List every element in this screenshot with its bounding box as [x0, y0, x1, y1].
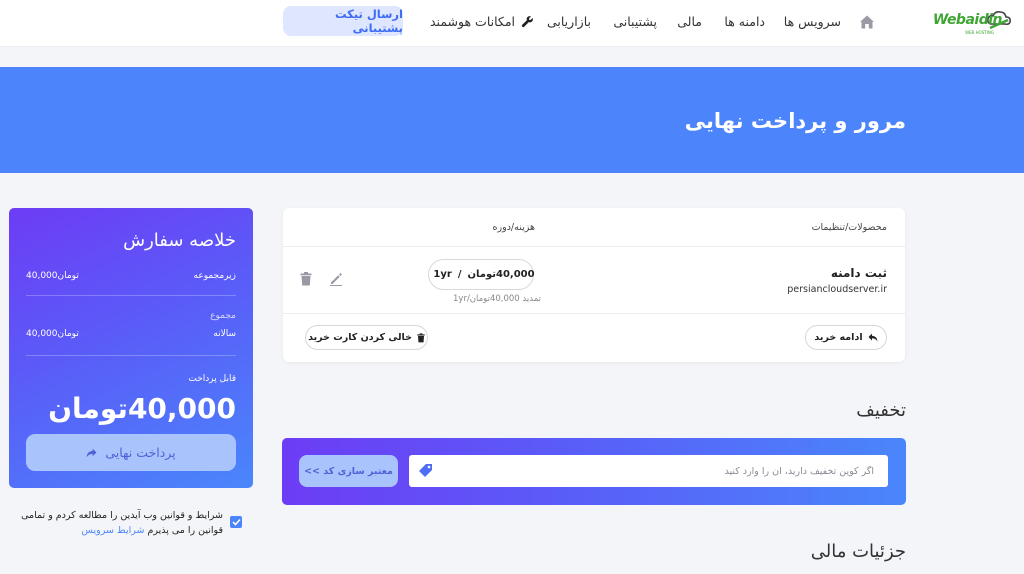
- totals-label: مجموع: [210, 311, 236, 321]
- final-payment-label: پرداخت نهایی: [105, 445, 176, 460]
- price-value: 40,000تومان: [467, 269, 535, 280]
- payable-total: 40,000تومان: [48, 392, 236, 425]
- promo-code-input[interactable]: [409, 455, 888, 487]
- annual-value: 40,000تومان: [26, 329, 79, 339]
- billing-cycle-select[interactable]: 40,000تومان / 1yr: [428, 259, 535, 290]
- tag-icon: [419, 464, 432, 477]
- nav-smart-features-label: امکانات هوشمند: [430, 14, 515, 29]
- divider: [26, 355, 236, 356]
- order-summary-panel: خلاصه سفارش زیرمجموعه 40,000تومان مجموع …: [9, 208, 253, 488]
- continue-shopping-label: ادامه خرید: [814, 332, 863, 343]
- price-column-header: هزینه/دوره: [492, 222, 535, 233]
- order-summary-title: خلاصه سفارش: [123, 230, 236, 251]
- nav-smart-features[interactable]: امکانات هوشمند: [430, 14, 534, 29]
- home-icon[interactable]: [858, 13, 876, 31]
- price-separator: /: [457, 269, 462, 280]
- trash-icon[interactable]: [300, 272, 312, 286]
- nav-affiliates[interactable]: بازاریابی: [547, 14, 591, 29]
- trash-icon: [417, 332, 425, 342]
- share-arrow-icon: [86, 448, 97, 457]
- financial-details-title: جزئیات مالی: [810, 541, 906, 562]
- checkmark-icon: [231, 518, 241, 526]
- validate-code-button[interactable]: معتبر سازی کد >>: [299, 455, 398, 487]
- renewal-price: تمدید 40,000تومان/1yr: [453, 294, 541, 304]
- discount-title: تخفیف: [856, 400, 906, 421]
- products-column-header: محصولات/تنظیمات: [811, 222, 887, 233]
- logo-subtext: WEB HOSTING: [965, 30, 994, 35]
- brand-logo[interactable]: Webaidin WEB HOSTING: [920, 8, 1012, 38]
- annual-label: سالانه: [213, 329, 236, 339]
- product-domain: persiancloudserver.ir: [787, 284, 887, 295]
- promo-code-panel: معتبر سازی کد >>: [282, 438, 906, 505]
- nav-domains[interactable]: دامنه ها: [724, 14, 765, 29]
- subtotal-label: زیرمجموعه: [193, 271, 237, 281]
- logo-text: Webaidin: [932, 12, 1003, 28]
- edit-icon[interactable]: [329, 272, 343, 286]
- nav-support[interactable]: پشتیبانی: [613, 14, 657, 29]
- nav-services[interactable]: سرویس ها: [784, 14, 841, 29]
- terms-of-service-link[interactable]: شرایط سرویس: [81, 525, 144, 536]
- terms-checkbox[interactable]: [230, 516, 242, 528]
- subtotal-value: 40,000تومان: [26, 271, 79, 281]
- reply-arrow-icon: [868, 333, 878, 342]
- divider: [283, 246, 905, 247]
- payable-label: قابل پرداخت: [188, 374, 236, 384]
- wrench-icon: [521, 16, 533, 28]
- cart-card: محصولات/تنظیمات هزینه/دوره ثبت دامنه per…: [283, 208, 905, 362]
- top-navbar: Webaidin WEB HOSTING سرویس ها دامنه ها م…: [0, 0, 1024, 47]
- divider: [283, 313, 905, 314]
- nav-billing[interactable]: مالی: [677, 14, 702, 29]
- divider: [26, 295, 236, 296]
- page-title: مرور و پرداخت نهایی: [684, 109, 906, 133]
- empty-cart-button[interactable]: خالی کردن کارت خرید: [305, 325, 428, 350]
- empty-cart-label: خالی کردن کارت خرید: [308, 332, 412, 343]
- final-payment-button[interactable]: پرداخت نهایی: [26, 434, 236, 471]
- product-name: ثبت دامنه: [830, 266, 887, 280]
- period-value: 1yr: [433, 269, 452, 280]
- send-ticket-button[interactable]: ارسال تیکت پشتیبانی: [283, 6, 403, 36]
- continue-shopping-button[interactable]: ادامه خرید: [805, 325, 887, 350]
- terms-text: شرایط و قوانین وب آیدین را مطالعه کردم و…: [0, 508, 223, 538]
